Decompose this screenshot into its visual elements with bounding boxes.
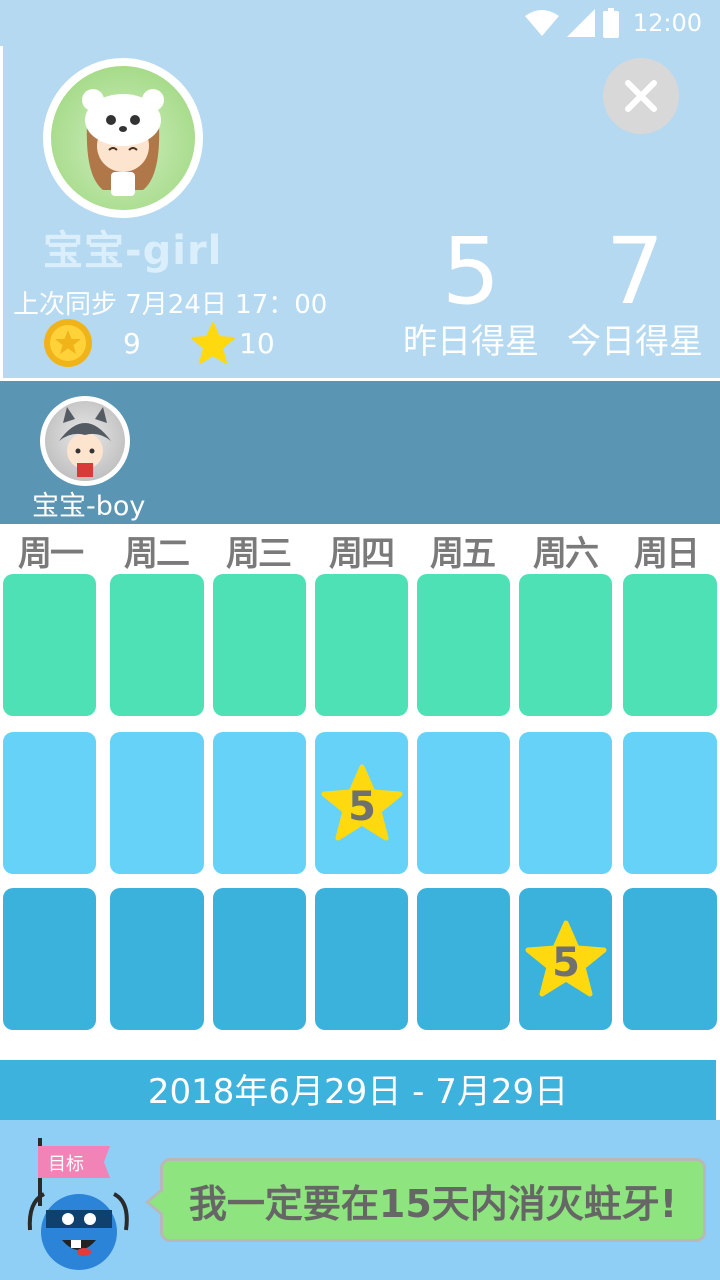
day-cell[interactable]	[3, 888, 96, 1030]
mascot: 目标	[24, 1132, 134, 1272]
day-cell[interactable]: 5	[519, 888, 612, 1030]
date-range: 2018年6月29日 - 7月29日	[0, 1060, 716, 1120]
weekday-label: 周日	[634, 534, 700, 574]
weekday-label: 周二	[124, 534, 190, 574]
day-cell[interactable]	[623, 732, 717, 874]
day-cell[interactable]	[623, 574, 717, 716]
goal-text: 我一定要在15天内消灭蛀牙!	[188, 1181, 678, 1226]
day-cell[interactable]: 5	[315, 732, 408, 874]
day-cell[interactable]	[315, 574, 408, 716]
day-star-value: 5	[348, 784, 376, 830]
profile-name: 宝宝-girl	[43, 228, 223, 274]
goal-flag-mascot-icon: 目标	[27, 1138, 129, 1270]
day-cell[interactable]	[417, 574, 510, 716]
yesterday-stars-label: 昨日得星	[403, 322, 539, 362]
close-icon	[625, 80, 657, 112]
star-count: 10	[239, 326, 275, 360]
day-cell[interactable]	[213, 888, 306, 1030]
day-cell[interactable]	[519, 574, 612, 716]
signal-icon	[566, 9, 595, 37]
coin-icon	[44, 319, 92, 367]
day-cell[interactable]	[110, 888, 204, 1030]
child-switch-bar: 宝宝-boy	[0, 381, 720, 524]
yesterday-stars: 5 昨日得星	[399, 218, 543, 363]
day-cell[interactable]	[3, 574, 96, 716]
day-cell[interactable]	[110, 732, 204, 874]
status-icons: 12:00	[524, 8, 702, 38]
today-stars-value: 7	[605, 218, 665, 325]
battery-icon	[602, 8, 619, 38]
weekday-label: 周五	[430, 534, 496, 574]
status-time: 12:00	[632, 9, 702, 37]
status-bar: 12:00	[0, 0, 720, 46]
day-cell[interactable]	[623, 888, 717, 1030]
avatar-boy[interactable]	[40, 396, 130, 486]
avatar-girl[interactable]	[43, 58, 203, 218]
day-cell[interactable]	[3, 732, 96, 874]
weekday-label: 周一	[18, 534, 84, 574]
coin-count: 9	[123, 326, 141, 360]
star-balance: 10	[191, 322, 275, 364]
weekday-header: 周一 周二 周三 周四 周五 周六 周日	[0, 526, 720, 574]
girl-portrait-icon	[82, 89, 164, 196]
boy-portrait-icon	[59, 407, 111, 477]
child-name: 宝宝-boy	[32, 491, 146, 522]
day-cell[interactable]	[213, 574, 306, 716]
close-button[interactable]	[603, 58, 679, 134]
weekday-label: 周三	[226, 534, 292, 574]
last-sync-text: 上次同步 7月24日 17：00	[13, 290, 328, 320]
weekday-label: 周四	[329, 534, 395, 574]
day-star-value: 5	[552, 940, 580, 986]
day-cell[interactable]	[417, 888, 510, 1030]
goal-area: 目标 我一定要在15天内消灭蛀牙!	[0, 1120, 720, 1280]
wifi-icon	[524, 10, 559, 36]
star-icon	[191, 322, 235, 364]
profile-header: 宝宝-girl 上次同步 7月24日 17：00 9 10 5 昨日得星 7 今…	[0, 46, 720, 378]
coin-balance: 9	[43, 318, 141, 368]
day-cell[interactable]	[213, 732, 306, 874]
day-cell[interactable]	[110, 574, 204, 716]
day-cell[interactable]	[417, 732, 510, 874]
goal-bubble[interactable]: 我一定要在15天内消灭蛀牙!	[145, 1158, 706, 1242]
weekday-label: 周六	[533, 534, 599, 574]
day-cell[interactable]	[519, 732, 612, 874]
day-cell[interactable]	[315, 888, 408, 1030]
today-stars-label: 今日得星	[567, 322, 703, 362]
yesterday-stars-value: 5	[441, 218, 501, 325]
day-star-icon: 5	[321, 764, 402, 841]
goal-flag-label: 目标	[48, 1154, 84, 1175]
today-stars: 7 今日得星	[563, 218, 707, 363]
day-star-icon: 5	[525, 920, 606, 997]
